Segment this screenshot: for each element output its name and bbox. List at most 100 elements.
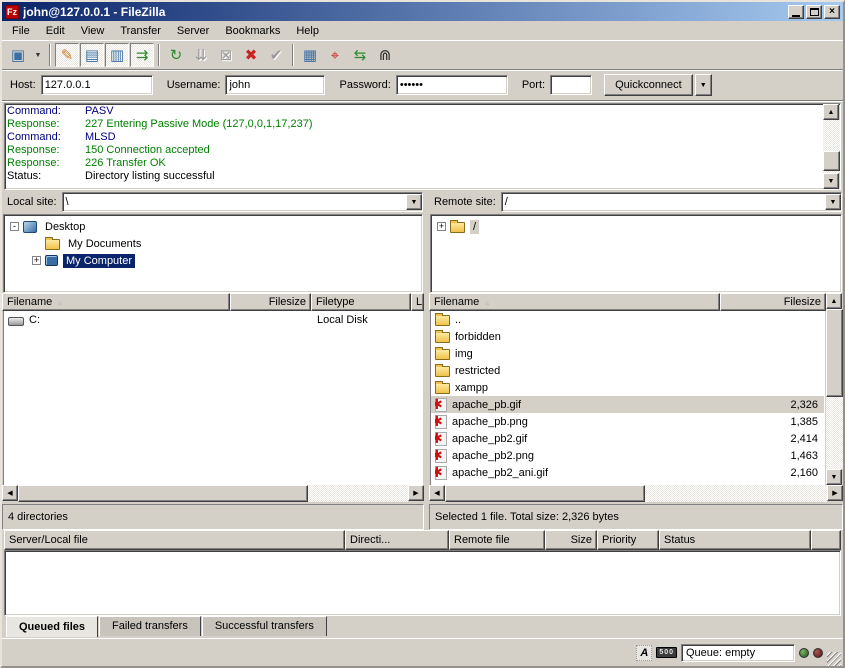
tree-item-label[interactable]: My Computer	[63, 254, 135, 268]
menu-server[interactable]: Server	[169, 23, 217, 39]
minimize-button[interactable]	[788, 5, 804, 19]
refresh-button[interactable]: ↻	[164, 43, 188, 67]
expand-icon[interactable]: +	[437, 222, 446, 231]
toggle-message-log-button[interactable]: ✎	[55, 43, 79, 67]
tree-item-label[interactable]: /	[470, 220, 479, 234]
disconnect-button[interactable]: ✖	[239, 43, 263, 67]
folder-icon	[435, 349, 450, 360]
file-row-selected[interactable]: apache_pb.gif 2,326	[431, 396, 824, 413]
scroll-down-icon[interactable]: ▼	[823, 173, 839, 189]
column-priority[interactable]: Priority	[597, 530, 659, 550]
quickconnect-button[interactable]: Quickconnect	[604, 74, 693, 96]
tree-item-my-computer[interactable]: + My Computer	[4, 252, 422, 269]
scroll-right-icon[interactable]: ▶	[408, 485, 424, 501]
column-direction[interactable]: Directi...	[345, 530, 449, 550]
menu-view[interactable]: View	[73, 23, 113, 39]
tab-queued-files[interactable]: Queued files	[6, 616, 98, 637]
file-row[interactable]: apache_pb2.png 1,463	[431, 447, 824, 464]
resize-grip[interactable]	[827, 652, 841, 666]
ascii-transfer-type-icon[interactable]: A	[636, 645, 652, 661]
file-row[interactable]: forbidden	[431, 328, 824, 345]
remote-site-combobox[interactable]: / ▼	[501, 192, 842, 212]
host-input[interactable]	[41, 75, 153, 95]
file-row[interactable]: xampp	[431, 379, 824, 396]
local-horizontal-scrollbar[interactable]: ◀ ▶	[2, 485, 424, 502]
menu-bookmarks[interactable]: Bookmarks	[217, 23, 288, 39]
tree-item-root[interactable]: + /	[431, 218, 841, 235]
directory-comparison-button[interactable]: ▦	[298, 43, 322, 67]
tab-failed-transfers[interactable]: Failed transfers	[99, 616, 201, 636]
column-size[interactable]: Size	[545, 530, 597, 550]
column-filetype[interactable]: Filetype	[311, 293, 411, 311]
menu-help[interactable]: Help	[288, 23, 327, 39]
quickconnect-dropdown-button[interactable]: ▼	[695, 74, 712, 96]
tree-item-desktop[interactable]: - Desktop	[4, 218, 422, 235]
file-row[interactable]: ..	[431, 311, 824, 328]
column-empty	[811, 530, 841, 550]
remote-vertical-scrollbar[interactable]: ▲ ▼	[826, 293, 843, 485]
remote-scroll-track[interactable]	[826, 309, 843, 469]
filename-filters-button[interactable]: ⌖	[323, 43, 347, 67]
site-manager-dropdown-button[interactable]: ▼	[31, 43, 45, 67]
scroll-down-icon[interactable]: ▼	[826, 469, 842, 485]
host-label: Host:	[10, 79, 36, 91]
scroll-up-icon[interactable]: ▲	[826, 293, 842, 309]
file-row[interactable]: apache_pb2_ani.gif 2,160	[431, 464, 824, 481]
scroll-left-icon[interactable]: ◀	[2, 485, 18, 501]
column-filesize[interactable]: Filesize	[720, 293, 826, 311]
synchronized-browsing-button[interactable]: ⇆	[348, 43, 372, 67]
password-input[interactable]	[396, 75, 508, 95]
file-row[interactable]: img	[431, 345, 824, 362]
speed-limit-icon[interactable]: 500	[656, 647, 677, 658]
scroll-up-icon[interactable]: ▲	[823, 104, 839, 120]
file-name: apache_pb2.gif	[452, 433, 527, 445]
port-input[interactable]	[550, 75, 592, 95]
scroll-right-icon[interactable]: ▶	[827, 485, 843, 501]
column-filename[interactable]: Filename ▵	[2, 293, 230, 311]
file-name: apache_pb.gif	[452, 399, 521, 411]
local-site-combobox[interactable]: \ ▼	[62, 192, 423, 212]
remote-scroll-thumb-h[interactable]	[445, 485, 645, 502]
chevron-down-icon[interactable]: ▼	[406, 194, 422, 210]
remote-horizontal-scrollbar[interactable]: ◀ ▶	[429, 485, 843, 502]
status-bar: A 500 Queue: empty	[2, 638, 843, 666]
maximize-icon	[810, 8, 819, 16]
tab-successful-transfers[interactable]: Successful transfers	[202, 616, 327, 636]
close-button[interactable]: ×	[824, 5, 840, 19]
menu-transfer[interactable]: Transfer	[112, 23, 169, 39]
remote-scroll-thumb[interactable]	[826, 309, 843, 397]
tree-item-label[interactable]: My Documents	[65, 237, 144, 251]
menu-edit[interactable]: Edit	[38, 23, 73, 39]
file-row[interactable]: apache_pb.png 1,385	[431, 413, 824, 430]
local-scroll-thumb[interactable]	[18, 485, 308, 502]
file-row[interactable]: apache_pb2.gif 2,414	[431, 430, 824, 447]
toggle-remote-tree-button[interactable]: ▥	[105, 43, 129, 67]
log-vertical-scrollbar[interactable]: ▲ ▼	[823, 104, 840, 189]
column-server-local-file[interactable]: Server/Local file	[4, 530, 345, 550]
tree-item-label[interactable]: Desktop	[42, 220, 88, 234]
remote-scroll-track-h[interactable]	[445, 485, 827, 502]
file-row[interactable]: restricted	[431, 362, 824, 379]
tree-item-my-documents[interactable]: My Documents	[4, 235, 422, 252]
collapse-icon[interactable]: -	[10, 222, 19, 231]
log-scroll-thumb[interactable]	[823, 151, 840, 171]
column-status[interactable]: Status	[659, 530, 811, 550]
chevron-down-icon[interactable]: ▼	[825, 194, 841, 210]
log-scroll-track[interactable]	[823, 120, 840, 173]
column-filename[interactable]: Filename ▵	[429, 293, 720, 311]
column-last-modified[interactable]: L	[411, 293, 424, 311]
toggle-local-tree-button[interactable]: ▤	[80, 43, 104, 67]
username-input[interactable]	[225, 75, 325, 95]
column-remote-file[interactable]: Remote file	[449, 530, 545, 550]
local-scroll-track[interactable]	[18, 485, 408, 502]
column-filesize[interactable]: Filesize	[230, 293, 311, 311]
find-files-button[interactable]: ⋒	[373, 43, 397, 67]
expand-icon[interactable]: +	[32, 256, 41, 265]
site-manager-button[interactable]: ▣	[6, 43, 30, 67]
menu-file[interactable]: File	[4, 23, 38, 39]
maximize-button[interactable]	[806, 5, 822, 19]
file-row-c-drive[interactable]: C: Local Disk	[4, 311, 422, 328]
toggle-transfer-queue-button[interactable]: ⇉	[130, 43, 154, 67]
password-label: Password:	[339, 79, 390, 91]
scroll-left-icon[interactable]: ◀	[429, 485, 445, 501]
